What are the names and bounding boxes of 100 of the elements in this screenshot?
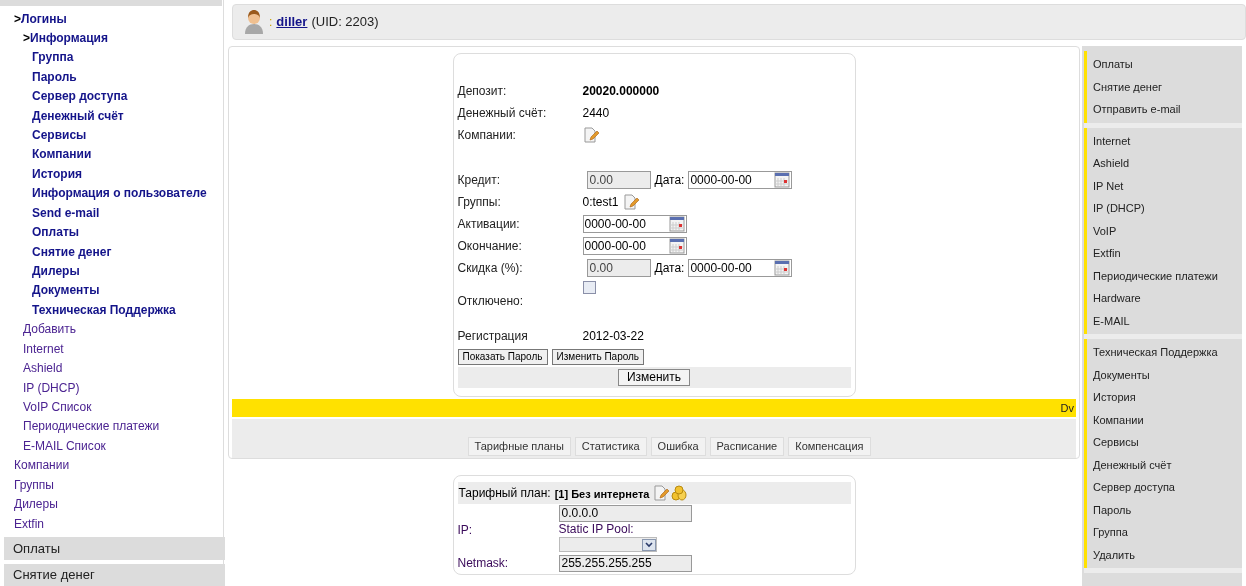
user-avatar-icon [243, 9, 265, 35]
field-value: 2440 [582, 105, 610, 122]
checkbox[interactable] [582, 281, 596, 294]
netmask-field[interactable]: 255.255.255.255 [558, 554, 692, 572]
ip-field[interactable]: 0.0.0.0 [558, 505, 692, 522]
tab[interactable]: Тарифные планы [467, 437, 571, 456]
sidebar-link[interactable]: Компании [14, 456, 70, 475]
date-label: Дата: [654, 172, 685, 189]
dropdown-icon [641, 538, 656, 551]
right-menu-link[interactable]: VoIP [1087, 219, 1242, 242]
calendar-icon[interactable] [668, 216, 685, 232]
sidebar-section[interactable]: Снятие денег [4, 563, 225, 586]
edit-icon[interactable] [622, 194, 639, 210]
right-menu-link[interactable]: Периодические платежи [1087, 264, 1242, 287]
right-menu-link[interactable]: Ashield [1087, 152, 1242, 175]
right-menu-link[interactable]: Extfin [1087, 242, 1242, 265]
sidebar-link[interactable]: Снятие денег [32, 242, 112, 261]
right-menu-link[interactable]: Пароль [1087, 498, 1242, 521]
right-menu-link[interactable]: Группа [1087, 521, 1242, 544]
right-menu-link[interactable]: Отправить e-mail [1087, 98, 1242, 121]
field-value: 20020.000000 [582, 83, 660, 100]
field-label: Депозит: [457, 83, 508, 100]
field-label: Регистрация [457, 328, 529, 345]
field-label: Скидка (%): [457, 260, 524, 277]
sidebar-link[interactable]: E-MAIL Список [23, 436, 106, 455]
field-label: Активации: [457, 216, 521, 233]
tab[interactable]: Статистика [574, 437, 647, 456]
date-label: Дата: [654, 260, 685, 277]
sidebar-link[interactable]: Extfin [14, 514, 44, 533]
tab[interactable]: Компенсация [788, 437, 871, 456]
right-menu-link[interactable]: Hardware [1087, 287, 1242, 310]
field-label: Компании: [457, 127, 517, 144]
field-value: 0:test1 [582, 194, 619, 211]
field-label: Кредит: [457, 172, 502, 189]
pool-label: Static IP Pool: [558, 522, 635, 537]
right-menu-link[interactable]: Оплаты [1087, 53, 1242, 76]
coins-icon[interactable] [671, 485, 688, 501]
date-field[interactable]: 0000-00-00 [582, 215, 687, 233]
sidebar-link[interactable]: Сервер доступа [32, 87, 128, 106]
field-label: Группы: [457, 194, 502, 211]
right-menu-link[interactable]: IP (DHCP) [1087, 197, 1242, 220]
sidebar-link[interactable]: Internet [23, 339, 64, 358]
sidebar-link[interactable]: Информация о пользователе [32, 184, 207, 203]
right-menu-link[interactable]: Internet [1087, 129, 1242, 152]
user-id: (UID: 2203) [311, 13, 379, 32]
field-label: Netmask: [457, 555, 510, 572]
sidebar-link[interactable]: >Информация [23, 28, 108, 47]
plan-value: [1] Без интернета [554, 487, 650, 503]
sidebar-link[interactable]: История [32, 164, 83, 183]
right-menu-link[interactable]: Компании [1087, 408, 1242, 431]
right-menu-link[interactable]: История [1087, 386, 1242, 409]
sidebar-link[interactable]: Send e-mail [32, 203, 100, 222]
right-menu-link[interactable]: Денежный счёт [1087, 453, 1242, 476]
field-label: Окончание: [457, 238, 523, 255]
sidebar-link[interactable]: Пароль [32, 67, 77, 86]
calendar-icon[interactable] [774, 172, 791, 188]
field-value: 2012-03-22 [582, 328, 644, 345]
calendar-icon[interactable] [774, 260, 791, 276]
sidebar-link[interactable]: Денежный счёт [32, 106, 124, 125]
sidebar-link[interactable]: Дилеры [32, 262, 80, 280]
sidebar-link[interactable]: Ashield [23, 359, 63, 378]
sidebar-link[interactable]: IP (DHCP) [23, 378, 80, 397]
right-menu-link[interactable]: Техническая Поддержка [1087, 341, 1242, 364]
pool-select[interactable] [558, 537, 657, 552]
tab[interactable]: Ошибка [650, 437, 706, 456]
sidebar-link[interactable]: Сервисы [32, 126, 87, 145]
right-menu-link[interactable]: Снятие денег [1087, 75, 1242, 98]
edit-icon[interactable] [582, 127, 599, 143]
separator: : [269, 14, 273, 31]
right-menu-link[interactable]: Сервисы [1087, 431, 1242, 454]
field-label: IP: [457, 522, 474, 539]
tab[interactable]: Расписание [709, 437, 785, 456]
banner-text: Dv [1060, 400, 1074, 416]
date-field[interactable]: 0000-00-00 [582, 237, 687, 255]
sidebar-link[interactable]: Дилеры [14, 495, 58, 514]
sidebar-link[interactable]: Добавить [23, 320, 77, 339]
password-button[interactable]: Изменить Пароль [551, 349, 645, 365]
user-link[interactable]: diller [276, 12, 308, 32]
right-menu-link[interactable]: IP Net [1087, 174, 1242, 197]
sidebar-link[interactable]: Оплаты [32, 223, 79, 242]
edit-icon[interactable] [653, 485, 670, 501]
right-menu-link[interactable]: Сервер доступа [1087, 476, 1242, 499]
right-menu-link[interactable]: Удалить [1087, 543, 1242, 566]
sidebar-link[interactable]: Документы [32, 281, 100, 300]
sidebar-link[interactable]: Периодические платежи [23, 417, 160, 436]
right-menu-link[interactable]: E-MAIL [1087, 309, 1242, 332]
sidebar-section[interactable]: Оплаты [4, 537, 225, 560]
sidebar-link[interactable]: >Логины [14, 9, 67, 28]
field-label: Тарифный план: [457, 485, 551, 502]
field-label: Денежный счёт: [457, 105, 548, 122]
sidebar-link[interactable]: Компании [32, 145, 92, 164]
sidebar-link[interactable]: Группа [32, 48, 74, 67]
right-menu-link[interactable]: Документы [1087, 363, 1242, 386]
submit-button[interactable]: Изменить [617, 369, 691, 386]
sidebar-link[interactable]: Техническая Поддержка [32, 300, 176, 319]
calendar-icon[interactable] [668, 238, 685, 254]
sidebar-link[interactable]: VoIP Список [23, 397, 92, 416]
field-label: Отключено: [457, 293, 524, 310]
password-button[interactable]: Показать Пароль [457, 349, 548, 365]
sidebar-link[interactable]: Группы [14, 475, 54, 494]
